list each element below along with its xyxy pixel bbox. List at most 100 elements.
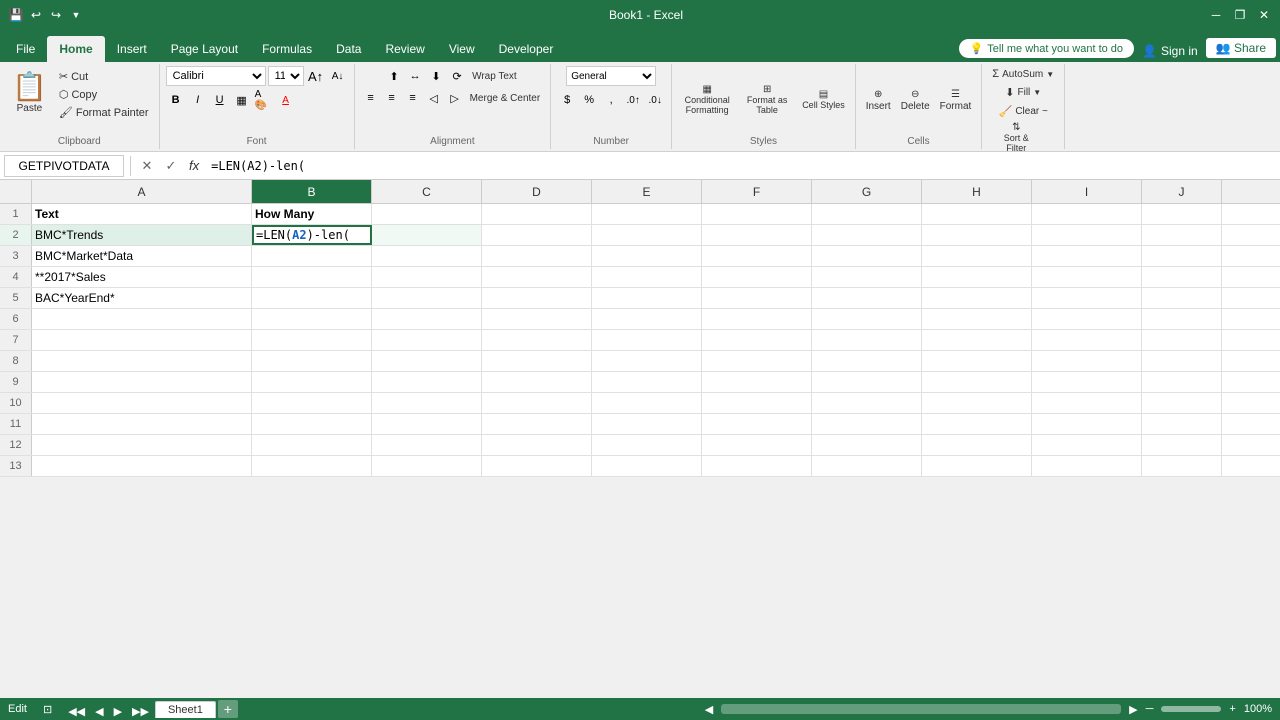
cell-G10[interactable] bbox=[812, 393, 922, 413]
cell-styles-button[interactable]: ▤ Cell Styles bbox=[798, 87, 849, 113]
cell-G9[interactable] bbox=[812, 372, 922, 392]
cell-F2[interactable] bbox=[702, 225, 812, 245]
close-icon[interactable]: ✕ bbox=[1256, 7, 1272, 23]
cell-F4[interactable] bbox=[702, 267, 812, 287]
decrease-font-btn[interactable]: A↓ bbox=[328, 66, 348, 86]
cell-C4[interactable] bbox=[372, 267, 482, 287]
cell-D1[interactable] bbox=[482, 204, 592, 224]
cell-G8[interactable] bbox=[812, 351, 922, 371]
cell-G7[interactable] bbox=[812, 330, 922, 350]
bold-button[interactable]: B bbox=[166, 90, 186, 110]
row-number-6[interactable]: 6 bbox=[0, 309, 32, 329]
cell-I13[interactable] bbox=[1032, 456, 1142, 476]
cell-B5[interactable] bbox=[252, 288, 372, 308]
cell-B2[interactable]: =LEN(A2)-len( LEN(text) bbox=[252, 225, 372, 245]
cell-D9[interactable] bbox=[482, 372, 592, 392]
col-header-G[interactable]: G bbox=[812, 180, 922, 203]
cell-H6[interactable] bbox=[922, 309, 1032, 329]
cell-B13[interactable] bbox=[252, 456, 372, 476]
col-header-B[interactable]: B bbox=[252, 180, 372, 203]
cell-E12[interactable] bbox=[592, 435, 702, 455]
cell-H12[interactable] bbox=[922, 435, 1032, 455]
cell-B10[interactable] bbox=[252, 393, 372, 413]
scroll-tabs-prev[interactable]: ◀ bbox=[91, 705, 107, 718]
cell-F1[interactable] bbox=[702, 204, 812, 224]
cell-C8[interactable] bbox=[372, 351, 482, 371]
cell-B3[interactable] bbox=[252, 246, 372, 266]
cell-J9[interactable] bbox=[1142, 372, 1222, 392]
undo-icon[interactable]: ↩ bbox=[28, 7, 44, 23]
col-header-H[interactable]: H bbox=[922, 180, 1032, 203]
cell-G1[interactable] bbox=[812, 204, 922, 224]
delete-cells-button[interactable]: ⊖ Delete bbox=[897, 87, 934, 114]
copy-button[interactable]: ⬡ Copy bbox=[55, 86, 153, 103]
row-number-4[interactable]: 4 bbox=[0, 267, 32, 287]
cell-C11[interactable] bbox=[372, 414, 482, 434]
cell-C12[interactable] bbox=[372, 435, 482, 455]
tab-insert[interactable]: Insert bbox=[105, 36, 159, 62]
cell-H4[interactable] bbox=[922, 267, 1032, 287]
cell-I9[interactable] bbox=[1032, 372, 1142, 392]
cell-J13[interactable] bbox=[1142, 456, 1222, 476]
cell-E1[interactable] bbox=[592, 204, 702, 224]
cell-I1[interactable] bbox=[1032, 204, 1142, 224]
cell-G2[interactable] bbox=[812, 225, 922, 245]
cell-J12[interactable] bbox=[1142, 435, 1222, 455]
cell-A1[interactable]: Text bbox=[32, 204, 252, 224]
fill-button[interactable]: ⬇ Fill ▼ bbox=[1001, 84, 1045, 101]
tab-formulas[interactable]: Formulas bbox=[250, 36, 324, 62]
cell-A9[interactable] bbox=[32, 372, 252, 392]
font-color-button[interactable]: A bbox=[276, 90, 296, 110]
cell-E8[interactable] bbox=[592, 351, 702, 371]
format-cells-button[interactable]: ☰ Format bbox=[936, 87, 976, 114]
row-number-9[interactable]: 9 bbox=[0, 372, 32, 392]
cell-E13[interactable] bbox=[592, 456, 702, 476]
tab-review[interactable]: Review bbox=[373, 36, 436, 62]
cell-F12[interactable] bbox=[702, 435, 812, 455]
align-left-btn[interactable]: ≡ bbox=[361, 88, 381, 108]
increase-font-btn[interactable]: A↑ bbox=[306, 66, 326, 86]
col-header-I[interactable]: I bbox=[1032, 180, 1142, 203]
cell-D8[interactable] bbox=[482, 351, 592, 371]
cancel-formula-button[interactable]: ✕ bbox=[137, 156, 157, 176]
cell-A3[interactable]: BMC*Market*Data bbox=[32, 246, 252, 266]
cell-I11[interactable] bbox=[1032, 414, 1142, 434]
cell-D2[interactable] bbox=[482, 225, 592, 245]
align-middle-btn[interactable]: ↔ bbox=[405, 66, 425, 86]
cell-A10[interactable] bbox=[32, 393, 252, 413]
cell-J2[interactable] bbox=[1142, 225, 1222, 245]
scroll-tabs-right[interactable]: ▶▶ bbox=[128, 705, 153, 718]
cell-F5[interactable] bbox=[702, 288, 812, 308]
cell-H9[interactable] bbox=[922, 372, 1032, 392]
cell-J7[interactable] bbox=[1142, 330, 1222, 350]
row-number-7[interactable]: 7 bbox=[0, 330, 32, 350]
cell-H1[interactable] bbox=[922, 204, 1032, 224]
font-family-select[interactable]: Calibri bbox=[166, 66, 266, 86]
cell-F10[interactable] bbox=[702, 393, 812, 413]
fill-color-button[interactable]: A🎨 bbox=[254, 90, 274, 110]
row-number-3[interactable]: 3 bbox=[0, 246, 32, 266]
cell-E2[interactable] bbox=[592, 225, 702, 245]
cell-H13[interactable] bbox=[922, 456, 1032, 476]
tab-data[interactable]: Data bbox=[324, 36, 373, 62]
row-number-11[interactable]: 11 bbox=[0, 414, 32, 434]
cell-B7[interactable] bbox=[252, 330, 372, 350]
tab-developer[interactable]: Developer bbox=[487, 36, 566, 62]
customize-qat-icon[interactable]: ▼ bbox=[68, 7, 84, 23]
cell-F9[interactable] bbox=[702, 372, 812, 392]
scroll-left-button[interactable]: ◀ bbox=[705, 703, 713, 716]
cell-G6[interactable] bbox=[812, 309, 922, 329]
cell-I3[interactable] bbox=[1032, 246, 1142, 266]
cell-C13[interactable] bbox=[372, 456, 482, 476]
cell-J8[interactable] bbox=[1142, 351, 1222, 371]
cell-I6[interactable] bbox=[1032, 309, 1142, 329]
row-number-12[interactable]: 12 bbox=[0, 435, 32, 455]
cell-I12[interactable] bbox=[1032, 435, 1142, 455]
cell-B11[interactable] bbox=[252, 414, 372, 434]
sort-filter-button[interactable]: ⇅ Sort & Filter bbox=[992, 120, 1040, 156]
cell-B9[interactable] bbox=[252, 372, 372, 392]
col-header-A[interactable]: A bbox=[32, 180, 252, 203]
cell-C9[interactable] bbox=[372, 372, 482, 392]
tell-me-input[interactable]: 💡 Tell me what you want to do bbox=[959, 39, 1134, 58]
redo-icon[interactable]: ↪ bbox=[48, 7, 64, 23]
